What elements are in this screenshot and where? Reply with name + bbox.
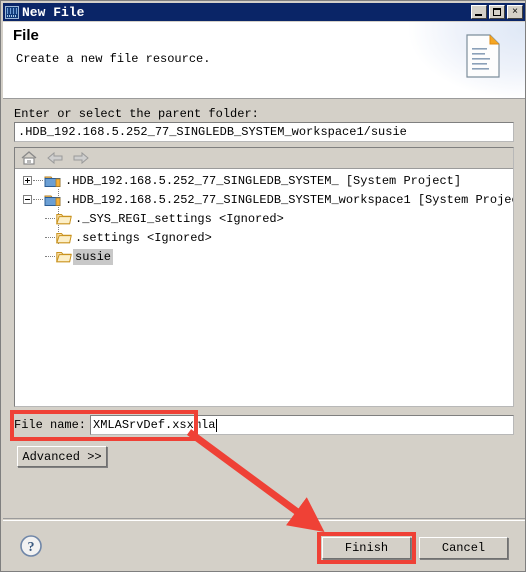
tree-row[interactable]: .HDB_192.168.5.252_77_SINGLEDB_SYSTEM_wo… bbox=[15, 190, 513, 209]
tree-toolbar bbox=[15, 148, 513, 169]
maximize-button[interactable] bbox=[489, 5, 505, 19]
page-subtitle: Create a new file resource. bbox=[16, 52, 211, 66]
folder-icon bbox=[56, 233, 72, 244]
tree-row-label: .HDB_192.168.5.252_77_SINGLEDB_SYSTEM_wo… bbox=[65, 192, 514, 207]
expand-toggle-icon[interactable] bbox=[23, 176, 32, 185]
tree-row[interactable]: ._SYS_REGI_settings <Ignored> bbox=[15, 209, 513, 228]
forward-arrow-icon[interactable] bbox=[72, 150, 90, 166]
collapse-toggle-icon[interactable] bbox=[23, 195, 32, 204]
folder-icon bbox=[56, 214, 72, 225]
project-folder-icon bbox=[44, 176, 61, 187]
tree-row[interactable]: susie bbox=[15, 247, 513, 266]
svg-text:?: ? bbox=[28, 540, 35, 555]
window-controls: × bbox=[471, 5, 524, 19]
text-caret bbox=[216, 418, 218, 432]
footer-divider bbox=[3, 518, 525, 519]
finish-button[interactable]: Finish bbox=[322, 537, 411, 559]
folder-icon bbox=[56, 252, 72, 263]
tree-row[interactable]: .HDB_192.168.5.252_77_SINGLEDB_SYSTEM_ [… bbox=[15, 171, 513, 190]
tree-body: .HDB_192.168.5.252_77_SINGLEDB_SYSTEM_ [… bbox=[15, 169, 513, 266]
tree-connector bbox=[45, 255, 55, 258]
tree-row-label: .settings <Ignored> bbox=[75, 230, 212, 245]
maximize-icon bbox=[493, 8, 501, 16]
title-bar: New File × bbox=[3, 3, 525, 21]
new-file-document-icon bbox=[466, 34, 500, 78]
tree-connector bbox=[33, 198, 43, 201]
tree-row-label: ._SYS_REGI_settings <Ignored> bbox=[75, 211, 284, 226]
file-name-input[interactable]: XMLASrvDef.xsxmla bbox=[90, 415, 514, 435]
parent-folder-label: Enter or select the parent folder: bbox=[14, 107, 259, 121]
tree-connector bbox=[45, 217, 55, 220]
window-chip-icon bbox=[5, 5, 19, 19]
tree-row[interactable]: .settings <Ignored> bbox=[15, 228, 513, 247]
folder-tree-panel: .HDB_192.168.5.252_77_SINGLEDB_SYSTEM_ [… bbox=[14, 147, 514, 407]
page-title: File bbox=[13, 27, 39, 44]
tree-connector bbox=[45, 236, 55, 239]
advanced-button[interactable]: Advanced >> bbox=[17, 446, 107, 467]
help-icon[interactable]: ? bbox=[19, 534, 43, 558]
minimize-icon bbox=[475, 14, 482, 16]
footer-divider-highlight bbox=[3, 520, 525, 521]
tree-row-label: .HDB_192.168.5.252_77_SINGLEDB_SYSTEM_ [… bbox=[65, 173, 462, 188]
cancel-button[interactable]: Cancel bbox=[419, 537, 508, 559]
window-title: New File bbox=[22, 4, 85, 20]
home-icon[interactable] bbox=[20, 150, 38, 166]
file-name-row: File name: XMLASrvDef.xsxmla bbox=[14, 415, 514, 435]
minimize-button[interactable] bbox=[471, 5, 487, 19]
tree-row-label-selected: susie bbox=[73, 248, 114, 265]
parent-folder-input[interactable]: .HDB_192.168.5.252_77_SINGLEDB_SYSTEM_wo… bbox=[14, 122, 514, 142]
new-file-dialog: New File × File Create a new file resour… bbox=[0, 0, 526, 572]
annotation-arrow-icon bbox=[186, 429, 325, 532]
file-name-label: File name: bbox=[14, 418, 87, 432]
project-folder-icon bbox=[44, 195, 61, 206]
close-button[interactable]: × bbox=[507, 5, 523, 19]
dialog-header: File Create a new file resource. bbox=[3, 22, 525, 99]
tree-connector bbox=[33, 179, 43, 182]
close-icon: × bbox=[512, 6, 518, 17]
back-arrow-icon[interactable] bbox=[46, 150, 64, 166]
file-name-value: XMLASrvDef.xsxmla bbox=[93, 418, 216, 432]
